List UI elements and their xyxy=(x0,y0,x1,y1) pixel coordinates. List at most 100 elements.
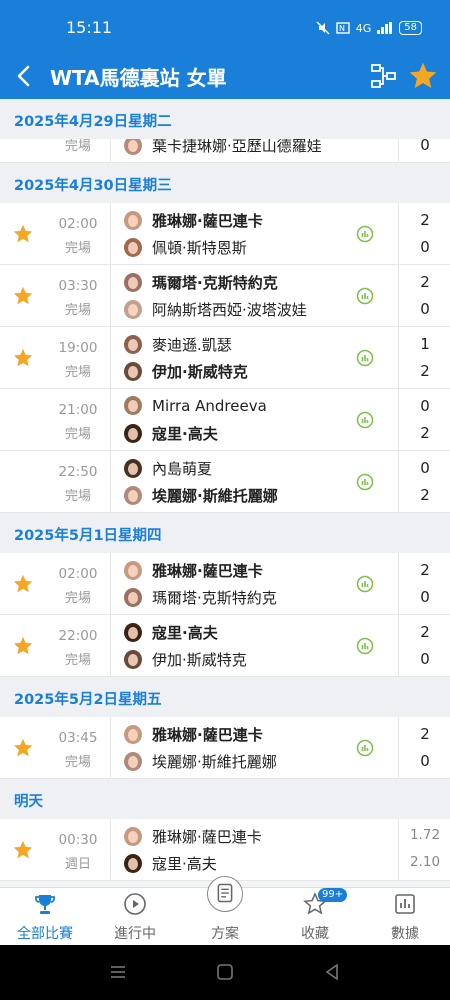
page-title: WTA馬德裏站 女單 xyxy=(50,66,227,90)
player-avatar xyxy=(124,854,142,873)
player-avatar xyxy=(124,650,142,669)
divider xyxy=(398,327,399,389)
star-cell[interactable] xyxy=(0,389,46,451)
star-icon[interactable] xyxy=(12,737,34,759)
divider xyxy=(110,139,111,162)
stats-icon[interactable] xyxy=(356,575,374,593)
player-p1: 雅琳娜·薩巴連卡 xyxy=(124,210,263,231)
match-row[interactable]: 02:00 完場 雅琳娜·薩巴連卡 瑪爾塔·克斯特約克 2 0 xyxy=(0,553,450,615)
star-cell[interactable] xyxy=(0,139,46,162)
player-avatar xyxy=(124,588,142,607)
stats-icon[interactable] xyxy=(356,411,374,429)
date-header: 2025年5月1日星期四 xyxy=(0,513,450,553)
match-time: 22:00 xyxy=(58,628,98,644)
back-icon[interactable] xyxy=(10,61,38,91)
player-avatar xyxy=(124,725,142,744)
star-cell[interactable] xyxy=(0,717,46,779)
star-cell[interactable] xyxy=(0,615,46,677)
score-p1: 2 xyxy=(420,725,430,743)
date-header: 2025年4月29日星期二 xyxy=(0,99,450,139)
match-row[interactable]: 完場葉卡捷琳娜·亞歷山德羅娃20 xyxy=(0,139,450,163)
tab-favorites[interactable]: 99+ 收藏 xyxy=(270,888,360,946)
match-time: 00:30 xyxy=(58,832,98,848)
favorites-badge: 99+ xyxy=(318,888,348,902)
date-header: 明天 xyxy=(0,779,450,819)
star-cell[interactable] xyxy=(0,553,46,615)
match-time-cell: 22:50 完場 xyxy=(46,451,110,513)
star-icon[interactable] xyxy=(12,347,34,369)
tab-label: 全部比賽 xyxy=(17,926,73,942)
match-time-cell: 02:00 完場 xyxy=(46,203,110,265)
stats-icon[interactable] xyxy=(356,225,374,243)
player-p1: 雅琳娜·薩巴連卡 xyxy=(124,724,263,745)
stats-icon[interactable] xyxy=(356,637,374,655)
favorite-star-icon[interactable] xyxy=(407,60,439,92)
player-name: 雅琳娜·薩巴連卡 xyxy=(152,726,263,744)
tab-all-matches[interactable]: 全部比賽 xyxy=(0,888,90,946)
divider xyxy=(110,327,111,389)
match-row[interactable]: 02:00 完場 雅琳娜·薩巴連卡 佩頓·斯特恩斯 2 0 xyxy=(0,203,450,265)
player-p1: 麥迪遜.凱瑟 xyxy=(124,334,232,355)
divider xyxy=(398,553,399,615)
match-row[interactable]: 00:30 週日 雅琳娜·薩巴連卡 寇里·高夫 1.72 2.10 xyxy=(0,819,450,881)
system-nav-bar xyxy=(0,945,450,1000)
star-icon[interactable] xyxy=(12,635,34,657)
match-time-cell: 03:30 完場 xyxy=(46,265,110,327)
score-p2: 0 xyxy=(420,588,430,606)
divider xyxy=(110,553,111,615)
star-cell[interactable] xyxy=(0,203,46,265)
nfc-icon: N xyxy=(336,22,350,34)
match-row[interactable]: 21:00 完場 Mirra Andreeva 寇里·高夫 0 2 xyxy=(0,389,450,451)
match-time: 02:00 xyxy=(58,216,98,232)
match-row[interactable]: 22:50 完場 內島萌夏 埃麗娜·斯維托麗娜 0 2 xyxy=(0,451,450,513)
divider xyxy=(110,819,111,881)
star-cell[interactable] xyxy=(0,265,46,327)
match-time: 22:50 xyxy=(58,464,98,480)
player-name: 寇里·高夫 xyxy=(152,425,218,443)
bracket-icon[interactable] xyxy=(368,61,398,91)
divider xyxy=(398,265,399,327)
player-avatar xyxy=(124,300,142,319)
match-row[interactable]: 19:00 完場 麥迪遜.凱瑟 伊加·斯威特克 1 2 xyxy=(0,327,450,389)
battery-icon: 58 xyxy=(399,21,422,35)
menu-icon[interactable] xyxy=(108,962,128,982)
match-time-cell: 03:45 完場 xyxy=(46,717,110,779)
tab-label: 進行中 xyxy=(114,926,156,942)
score-p2: 0 xyxy=(420,650,430,668)
star-cell[interactable] xyxy=(0,819,46,881)
player-p2: 瑪爾塔·克斯特約克 xyxy=(124,587,277,608)
player-avatar xyxy=(124,238,142,257)
match-time-cell: 完場 xyxy=(46,139,110,162)
star-icon[interactable] xyxy=(12,223,34,245)
star-cell[interactable] xyxy=(0,327,46,389)
player-name: 雅琳娜·薩巴連卡 xyxy=(152,212,263,230)
tab-data[interactable]: 數據 xyxy=(360,888,450,946)
star-icon[interactable] xyxy=(12,285,34,307)
match-row[interactable]: 22:00 完場 寇里·高夫 伊加·斯威特克 2 0 xyxy=(0,615,450,677)
player-name: Mirra Andreeva xyxy=(152,396,267,415)
match-time-cell: 22:00 完場 xyxy=(46,615,110,677)
stats-icon[interactable] xyxy=(356,287,374,305)
back-nav-icon[interactable] xyxy=(322,962,342,982)
tab-label: 數據 xyxy=(391,926,419,942)
player-avatar xyxy=(124,623,142,642)
match-list[interactable]: 2025年4月29日星期二完場 葉卡捷琳娜·亞歷山德羅娃 2 0 2025年4月30日星… xyxy=(0,99,450,887)
signal-icon xyxy=(377,22,393,34)
player-name: 雅琳娜·薩巴連卡 xyxy=(152,828,262,846)
match-row[interactable]: 03:30 完場 瑪爾塔·克斯特約克 阿納斯塔西婭·波塔波娃 2 0 xyxy=(0,265,450,327)
player-p1: 內島萌夏 xyxy=(124,458,212,479)
match-row[interactable]: 03:45 完場 雅琳娜·薩巴連卡 埃麗娜·斯維托麗娜 2 0 xyxy=(0,717,450,779)
stats-icon[interactable] xyxy=(356,349,374,367)
star-cell[interactable] xyxy=(0,451,46,513)
stats-icon[interactable] xyxy=(356,739,374,757)
tab-plans[interactable]: 方案 xyxy=(180,876,270,946)
player-p2: 佩頓·斯特恩斯 xyxy=(124,237,247,258)
tab-live[interactable]: 進行中 xyxy=(90,888,180,946)
match-status: 完場 xyxy=(64,303,91,318)
player-name: 寇里·高夫 xyxy=(152,855,217,873)
star-icon[interactable] xyxy=(12,839,34,861)
star-icon[interactable] xyxy=(12,573,34,595)
home-icon[interactable] xyxy=(215,962,235,982)
stats-icon[interactable] xyxy=(356,473,374,491)
player-p1: Mirra Andreeva xyxy=(124,396,267,415)
